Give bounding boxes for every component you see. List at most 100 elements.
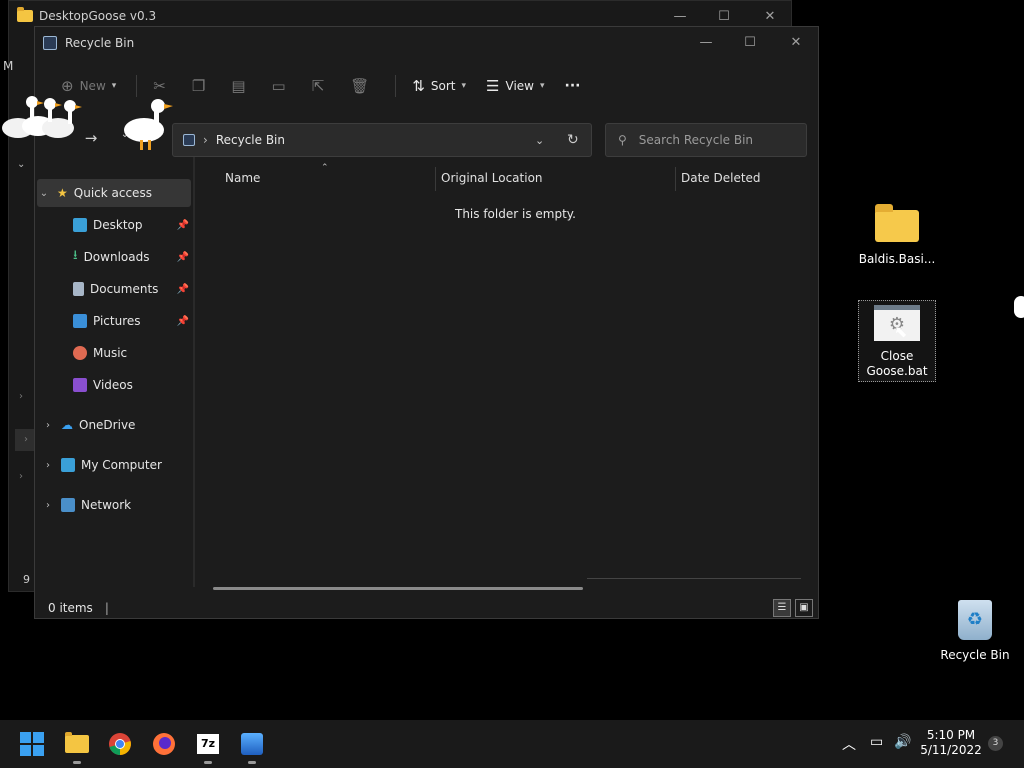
delete-button[interactable]: 🗑 (342, 71, 383, 101)
pin-icon[interactable]: 📌 (177, 220, 189, 231)
search-placeholder: Search Recycle Bin (638, 133, 754, 147)
pictures-icon (73, 314, 87, 328)
videos-icon (73, 378, 87, 392)
sort-button[interactable]: ⇅ Sort ▾ (404, 71, 474, 101)
running-indicator (204, 761, 212, 764)
column-header-row: Name ⌃ Original Location Date Deleted (193, 163, 819, 191)
notification-badge[interactable]: 3 (988, 736, 1003, 751)
recycle-bin-icon: ♻ (958, 600, 992, 640)
chevron-right-icon[interactable]: › (19, 391, 23, 402)
sidebar-item-quick-access[interactable]: ⌄ ★ Quick access (37, 179, 191, 207)
chevron-down-icon: ▾ (461, 81, 467, 91)
goose-icon[interactable] (118, 96, 180, 158)
column-divider[interactable] (435, 167, 436, 191)
firefox-icon[interactable] (148, 728, 180, 760)
share-button[interactable]: ⇱ (304, 71, 339, 101)
refresh-icon[interactable]: ↻ (567, 132, 579, 148)
clock-date: 5/11/2022 (920, 743, 982, 757)
running-indicator (73, 761, 81, 764)
sort-arrow-icon: ⌃ (321, 163, 329, 173)
share-icon: ⇱ (311, 77, 325, 95)
pin-icon[interactable]: 📌 (177, 252, 189, 263)
chrome-icon[interactable] (104, 728, 136, 760)
folder-icon (875, 204, 919, 242)
file-explorer-icon[interactable] (61, 728, 93, 764)
minimize-button[interactable]: — (683, 27, 729, 57)
chevron-right-icon[interactable]: › (19, 471, 23, 482)
recycle-bin-icon (43, 36, 57, 50)
paste-button[interactable]: ▤ (223, 71, 259, 101)
chevron-down-icon[interactable]: ⌄ (17, 159, 25, 170)
rename-button[interactable]: ▭ (264, 71, 300, 101)
running-indicator (248, 761, 256, 764)
pin-icon[interactable]: 📌 (177, 284, 189, 295)
photos-icon[interactable] (236, 728, 268, 764)
chevron-right-icon[interactable]: › (41, 420, 55, 431)
desktop-icon-label: Close (880, 349, 914, 363)
folder-icon (17, 7, 33, 22)
volume-icon[interactable]: 🔊 (894, 734, 911, 750)
chevron-down-icon[interactable]: ⌄ (535, 134, 544, 147)
start-icon[interactable] (16, 728, 48, 760)
chevron-down-icon: ▾ (111, 81, 117, 91)
horizontal-scrollbar-track[interactable] (587, 578, 801, 579)
close-button[interactable]: ✕ (773, 27, 819, 57)
empty-folder-message: This folder is empty. (455, 207, 576, 221)
desktop-icon-baldis[interactable]: Baldis.Basi... (858, 204, 936, 266)
desktop-icon-close-goose[interactable]: ⚙ Close Goose.bat (858, 300, 936, 382)
address-bar[interactable]: › Recycle Bin ⌄ ↻ (172, 123, 592, 157)
clock[interactable]: 5:10 PM 5/11/2022 (918, 728, 984, 758)
network-icon (61, 498, 75, 512)
desktop-icon (73, 218, 87, 232)
chevron-down-icon[interactable]: ⌄ (37, 188, 51, 199)
sidebar-item-desktop[interactable]: Desktop 📌 (35, 211, 193, 239)
rename-icon: ▭ (271, 77, 286, 95)
chevron-down-icon: ▾ (539, 81, 545, 91)
toolbar-divider (136, 75, 138, 97)
column-name[interactable]: Name (225, 171, 260, 185)
desktopgoose-title: DesktopGoose v0.3 (39, 9, 157, 23)
tiles-view-button[interactable]: ▣ (795, 599, 813, 617)
sidebar-scrollbar[interactable] (193, 157, 195, 587)
goose-icon[interactable] (1014, 296, 1024, 318)
trash-icon: 🗑 (350, 77, 370, 95)
network-icon[interactable]: ▭ (870, 734, 883, 750)
address-path[interactable]: Recycle Bin (216, 133, 285, 147)
chevron-right-icon: › (203, 133, 208, 147)
more-options-button[interactable]: ··· (557, 71, 589, 101)
desktop-icon-recycle-bin[interactable]: ♻ Recycle Bin (936, 600, 1014, 662)
7zip-icon[interactable]: 7z (192, 728, 224, 764)
search-icon: ⚲ (618, 133, 627, 147)
sidebar-item-my-computer[interactable]: › My Computer (35, 451, 193, 479)
chevron-right-icon[interactable]: › (41, 500, 55, 511)
sidebar-item-videos[interactable]: Videos (35, 371, 193, 399)
taskbar: 7z ︿ ▭ 🔊 5:10 PM 5/11/2022 3 (0, 720, 1024, 768)
column-divider[interactable] (675, 167, 676, 191)
details-view-button[interactable]: ☰ (773, 599, 791, 617)
sidebar-item-network[interactable]: › Network (35, 491, 193, 519)
column-date-deleted[interactable]: Date Deleted (681, 171, 761, 185)
sidebar-item-pictures[interactable]: Pictures 📌 (35, 307, 193, 335)
desktop-icon-label: Recycle Bin (940, 648, 1010, 662)
copy-button[interactable]: ❐ (184, 71, 219, 101)
toolbar-divider (395, 75, 397, 97)
sidebar-item-documents[interactable]: Documents 📌 (35, 275, 193, 303)
item-count: 0 items (48, 601, 93, 615)
desktop-icon-label: Baldis.Basi... (858, 252, 936, 266)
sort-icon: ⇅ (412, 77, 425, 95)
pin-icon[interactable]: 📌 (177, 316, 189, 327)
maximize-button[interactable]: ☐ (727, 27, 773, 57)
chevron-up-icon[interactable]: ︿ (842, 734, 856, 754)
desktop-icon-label: Goose.bat (866, 364, 928, 378)
column-original-location[interactable]: Original Location (441, 171, 543, 185)
goose-icon[interactable] (0, 92, 90, 152)
sidebar-item-downloads[interactable]: ⭳ Downloads 📌 (35, 243, 193, 271)
download-icon: ⭳ (73, 248, 78, 263)
search-input[interactable]: ⚲ Search Recycle Bin (605, 123, 807, 157)
status-bar: 0 items | (35, 597, 818, 619)
horizontal-scrollbar-thumb[interactable] (213, 587, 583, 590)
view-button[interactable]: ☰ View ▾ (478, 71, 552, 101)
chevron-right-icon[interactable]: › (41, 460, 55, 471)
sidebar-item-onedrive[interactable]: › ☁ OneDrive (35, 411, 193, 439)
sidebar-item-music[interactable]: Music (35, 339, 193, 367)
